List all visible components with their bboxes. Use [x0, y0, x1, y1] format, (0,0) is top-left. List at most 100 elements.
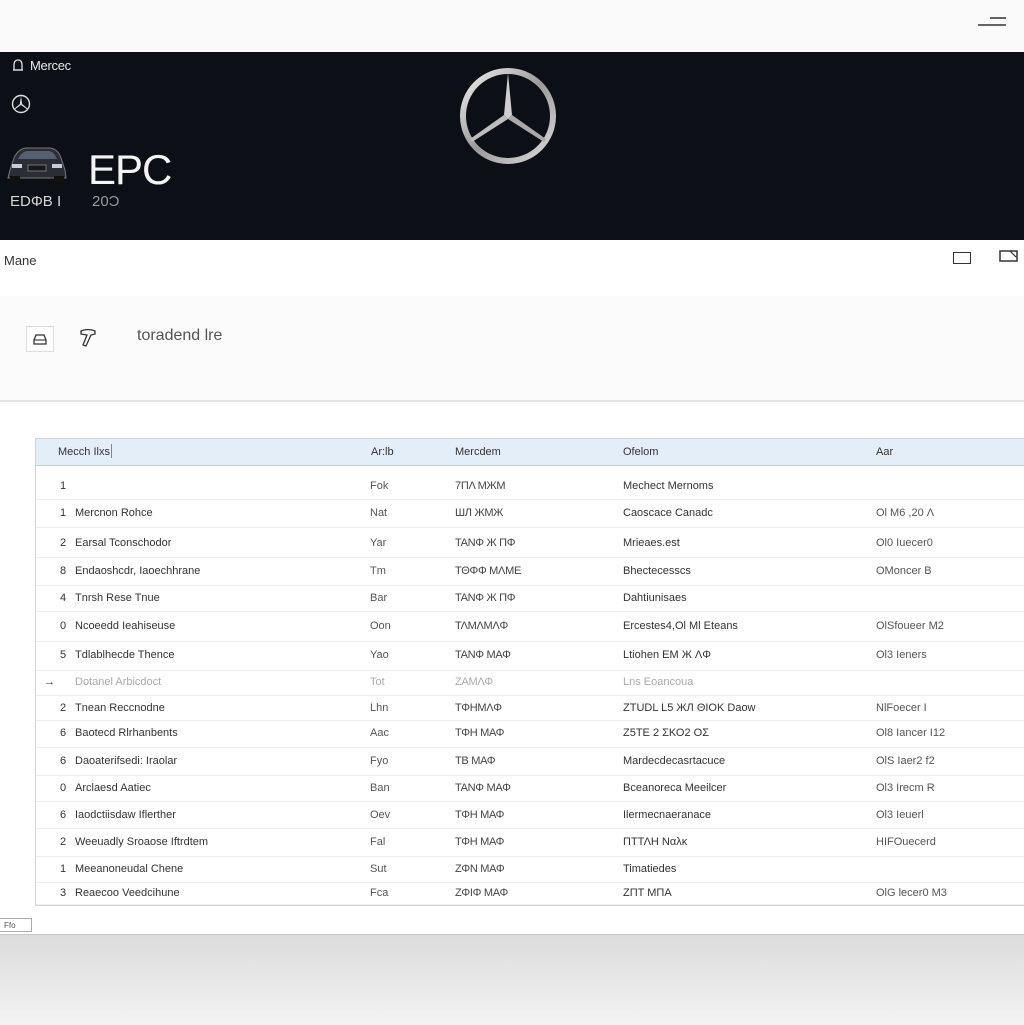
column-resize-handle[interactable]	[111, 444, 112, 458]
row-abbreviation: Fyo	[370, 755, 389, 767]
row-name: Tnean Reccnodne	[75, 702, 165, 714]
table-row[interactable]: 1 Fok 7ΠΛ МЖМ Mechect Mernoms	[36, 475, 1024, 500]
row-abbreviation: Fal	[370, 836, 386, 848]
row-number: 6	[60, 755, 67, 767]
row-number: 6	[60, 809, 67, 821]
row-ar: OlSfoueer M2	[876, 620, 944, 632]
page-title: EPC	[88, 146, 172, 193]
minimize-button[interactable]	[953, 252, 971, 264]
table-row[interactable]: 2 Tnean Reccnodne Lhn ΤΦΗΜΛΦ ZTUDL L5 ЖЛ ΘΙΟ…	[36, 698, 1024, 721]
row-abbreviation: Lhn	[370, 702, 389, 714]
row-option: ΠΤΤΛΗ Ναλκ	[623, 836, 688, 848]
row-number: 2	[60, 836, 67, 848]
row-part-code: ΤΦΗ ΜΑΦ	[455, 727, 505, 739]
row-name: Reaecoo Veedcihune	[75, 887, 180, 899]
column-header[interactable]: Ofelom	[623, 446, 658, 458]
row-name: Iaodctiisdaw Iflerther	[75, 809, 176, 821]
main-menu-label[interactable]: Mane	[4, 253, 37, 268]
toolbar: toradend lre	[0, 296, 1024, 402]
main-menu-bar: Mane	[0, 240, 1024, 297]
row-option: Ζ5ΤΕ 2 ΣΚΟ2 ΟΣ	[623, 727, 710, 739]
table-row[interactable]: 2 Earsal Tconschodor Yar ΤΑΝΦ Ж ΠΦ Mrieaes.e…	[36, 531, 1024, 558]
mercedes-star-icon[interactable]	[10, 93, 32, 115]
column-header[interactable]: Mercdem	[455, 446, 501, 458]
row-abbreviation: Tot	[370, 676, 385, 688]
toolbar-label: toradend lre	[137, 327, 223, 344]
row-part-code: ΤΑΝΦ ΜΑΦ	[455, 649, 511, 661]
table-row[interactable]: 1 Mercnon Rohce Nat ШЛ ЖМЖ Caoscace Canadc Ol…	[36, 501, 1024, 528]
row-part-code: ΤΘΦΦ ΜΛΜΕ	[455, 565, 521, 577]
row-name: Baotecd Rlrhanbents	[75, 727, 178, 739]
row-part-code: ШЛ ЖМЖ	[455, 507, 504, 519]
wrench-icon	[80, 328, 96, 347]
row-part-code: ΤΦΗ ΜΑΦ	[455, 836, 505, 848]
row-number: 4	[60, 592, 67, 604]
car-icon	[7, 147, 67, 183]
row-number: 5	[60, 649, 67, 661]
table-row[interactable]: Dotanel Arbicdoct Tot ΖΑΜΛΦ Lns Eoancoua →	[36, 671, 1024, 696]
menu-icon[interactable]	[976, 14, 1008, 34]
row-abbreviation: Yao	[370, 649, 389, 661]
table-row[interactable]: 6 Iaodctiisdaw Iflerther Oev ΤΦΗ ΜΑΦ Ilermec…	[36, 803, 1024, 829]
row-name: Tdlablhecde Thence	[75, 649, 175, 661]
bottom-tab[interactable]: Ffo	[0, 918, 32, 932]
header-banner: Mercec EPC EDΦB I 20Ͻ	[0, 52, 1024, 240]
row-abbreviation: Yar	[370, 537, 387, 549]
row-option: Mechect Mernoms	[623, 480, 714, 492]
top-strip	[0, 0, 1024, 52]
column-header[interactable]: Aar	[876, 446, 893, 458]
footer-area	[0, 934, 1024, 1025]
table-row[interactable]: 0 Ncoeedd Ieahiseuse Oon ΤΛΜΛΜΛΦ Ercestes4,O…	[36, 613, 1024, 642]
wrench-button[interactable]	[76, 326, 102, 350]
row-option: Ltiohen EM Ж ΛΦ	[623, 649, 712, 661]
row-ar: Ol3 Ieners	[876, 649, 927, 661]
maximize-icon[interactable]	[999, 249, 1019, 263]
car-lookup-button[interactable]	[26, 326, 54, 352]
row-option: Timatiedes	[623, 863, 677, 875]
bottom-tab-label: Ffo	[4, 920, 16, 930]
row-number: 1	[60, 507, 67, 519]
table-row[interactable]: 0 Arclaesd Aatiec Ban ΤΑΝΦ ΜΑΦ Bceanoreca Me…	[36, 777, 1024, 802]
bell-icon	[13, 58, 23, 71]
car-front-icon	[33, 333, 47, 345]
row-part-code: ΤΑΝΦ Ж ΠΦ	[455, 537, 516, 549]
row-abbreviation: Ban	[370, 782, 390, 794]
row-name: Daoaterifsedi: Iraolar	[75, 755, 178, 767]
row-option: Lns Eoancoua	[623, 676, 694, 688]
row-abbreviation: Bar	[370, 592, 388, 604]
row-number: 1	[60, 863, 67, 875]
row-option: Caoscace Canadc	[623, 507, 713, 519]
row-ar: OMoncer B	[876, 565, 932, 577]
row-part-code: ΤΑΝΦ ΜΑΦ	[455, 782, 511, 794]
row-ar: Ol3 Ieuerl	[876, 809, 924, 821]
row-name: Meeanoneudal Chene	[75, 863, 184, 875]
row-part-code: 7ΠΛ МЖМ	[455, 480, 506, 492]
row-pointer-icon: →	[44, 676, 55, 688]
row-name: Earsal Tconschodor	[75, 537, 172, 549]
row-part-code: ΤΒ ΜΑΦ	[455, 755, 496, 767]
row-ar: Ol3 Irecm R	[876, 782, 935, 794]
table-row[interactable]: 6 Baotecd Rlrhanbents Aac ΤΦΗ ΜΑΦ Ζ5ΤΕ 2 ΣΚΟ…	[36, 721, 1024, 748]
row-number: 0	[60, 782, 67, 794]
row-part-code: ΖΑΜΛΦ	[455, 676, 493, 688]
table-row[interactable]: 4 Tnrsh Rese Tnue Bar ΤΑΝΦ Ж ΠΦ Dahtiunisaes	[36, 587, 1024, 612]
table-row[interactable]: 1 Meeanoneudal Chene Sut ΖΦΝ ΜΑΦ Timatiedes	[36, 858, 1024, 883]
column-header[interactable]: Ar:lb	[371, 446, 394, 458]
row-number: 6	[60, 727, 67, 739]
row-abbreviation: Nat	[370, 507, 388, 519]
table-row[interactable]: 6 Daoaterifsedi: Iraolar Fyo ΤΒ ΜΑΦ Mardecde…	[36, 749, 1024, 776]
row-name: Mercnon Rohce	[75, 507, 153, 519]
row-option: Bhectecesscs	[623, 565, 691, 577]
row-option: Bceanoreca Meeilcer	[623, 782, 727, 794]
table-row[interactable]: 8 Endaoshcdr, Iaoechhrane Tm ΤΘΦΦ ΜΛΜΕ Bhect…	[36, 559, 1024, 586]
row-abbreviation: Fca	[370, 887, 389, 899]
brand-name: Mercec	[30, 58, 71, 73]
brand: Mercec	[12, 58, 71, 73]
column-header[interactable]: Mecch Ilxs	[58, 446, 110, 458]
table-row[interactable]: 2 Weeuadly Sroaose Iftrdtem Fal ΤΦΗ ΜΑΦ ΠΤΤΛ…	[36, 830, 1024, 857]
row-option: Mrieaes.est	[623, 537, 680, 549]
row-ar: OlG lecer0 M3	[876, 887, 947, 899]
table-row[interactable]: 3 Reaecoo Veedcihune Fca ΖΦΙΦ ΜΑΦ ΖΠΤ ΜΠΑ OlG…	[36, 884, 1024, 905]
row-number: 2	[60, 702, 67, 714]
table-row[interactable]: 5 Tdlablhecde Thence Yao ΤΑΝΦ ΜΑΦ Ltiohen EM…	[36, 642, 1024, 671]
